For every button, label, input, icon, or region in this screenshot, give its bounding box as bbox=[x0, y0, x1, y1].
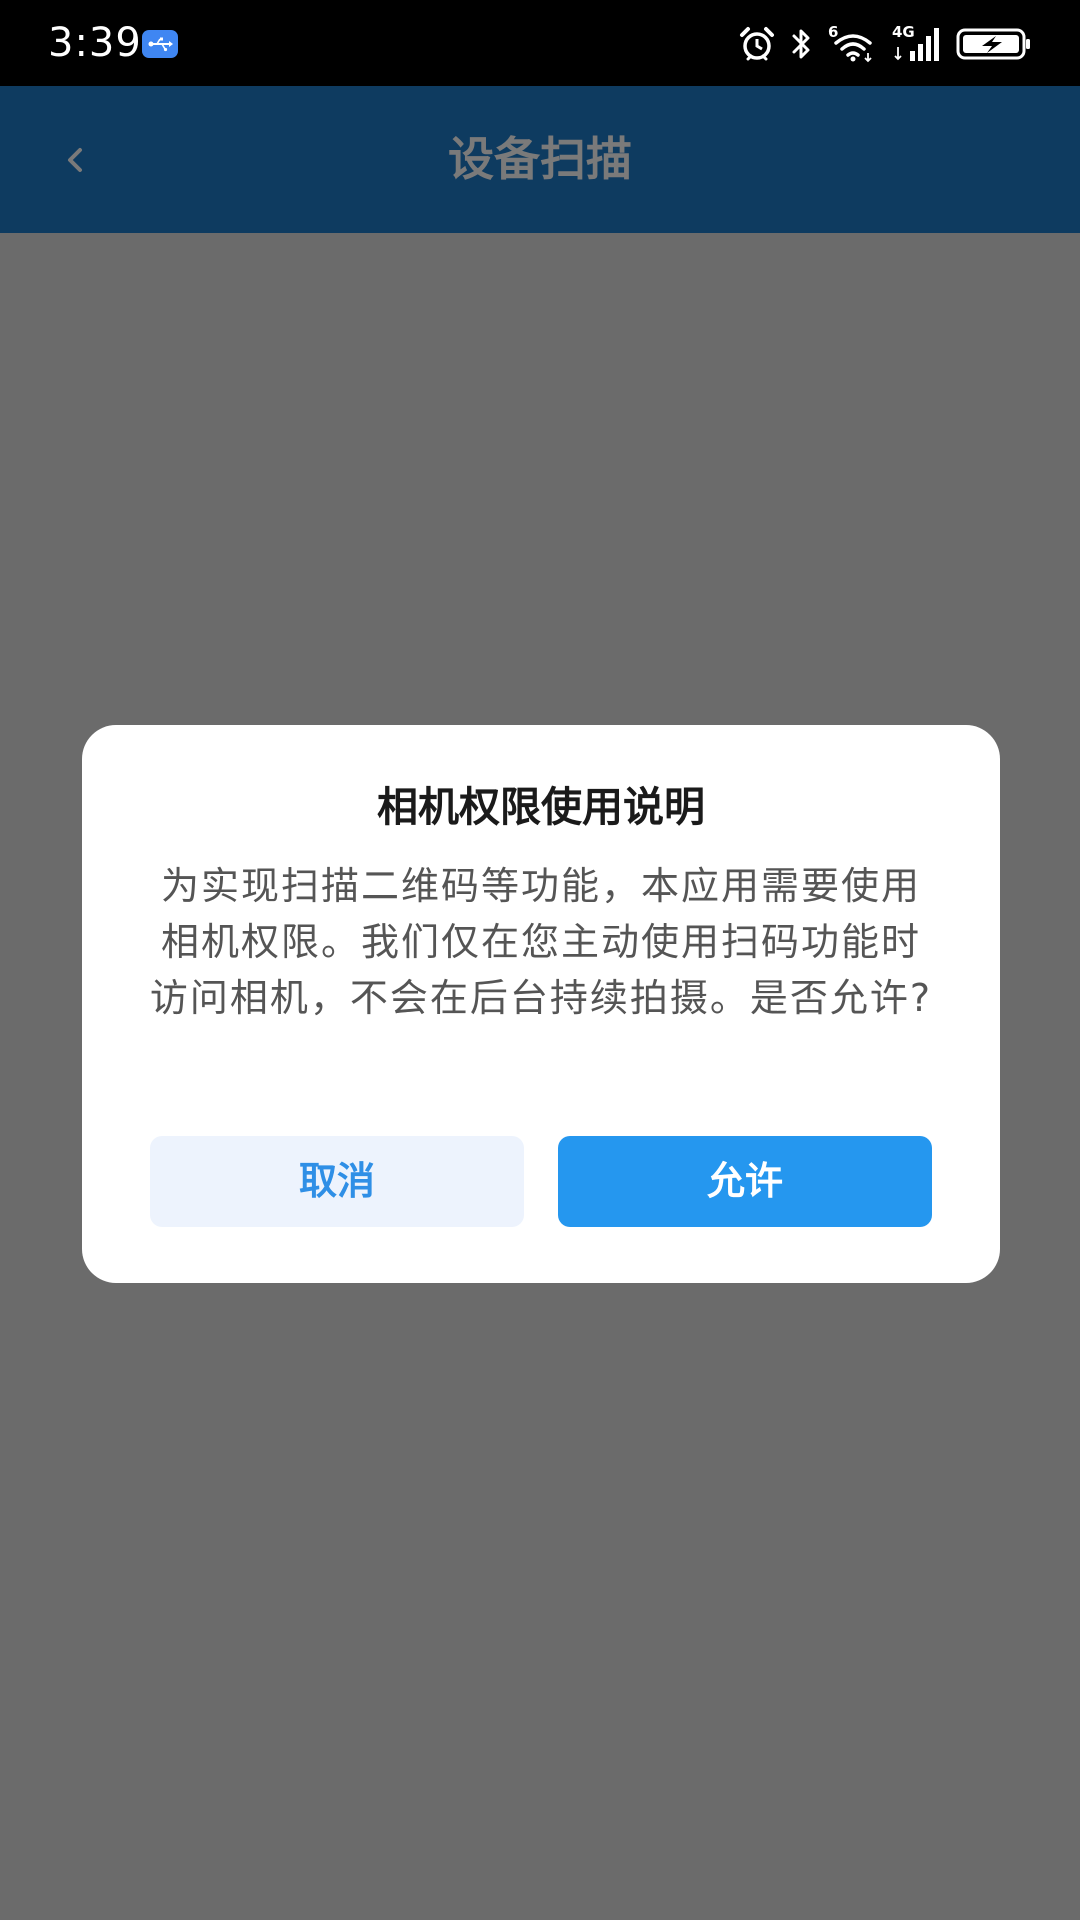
cancel-button[interactable]: 取消 bbox=[150, 1136, 524, 1227]
bluetooth-icon bbox=[790, 26, 814, 62]
wifi-icon: 6 bbox=[828, 25, 878, 63]
status-bar: 3:39 6 4G bbox=[0, 0, 1080, 86]
dialog-title: 相机权限使用说明 bbox=[377, 783, 705, 831]
signal-icon: 4G bbox=[892, 25, 942, 63]
battery-charging-icon bbox=[956, 27, 1032, 61]
permission-dialog: 相机权限使用说明 为实现扫描二维码等功能，本应用需要使用相机权限。我们仅在您主动… bbox=[82, 725, 1000, 1283]
alarm-icon bbox=[738, 25, 776, 63]
app-header: 设备扫描 bbox=[0, 86, 1080, 233]
status-icons: 6 4G bbox=[738, 22, 1032, 66]
page-title: 设备扫描 bbox=[448, 132, 632, 186]
chevron-left-icon[interactable] bbox=[56, 136, 96, 184]
status-time: 3:39 bbox=[48, 20, 142, 66]
dialog-message: 为实现扫描二维码等功能，本应用需要使用相机权限。我们仅在您主动使用扫码功能时访问… bbox=[149, 864, 933, 1020]
allow-button[interactable]: 允许 bbox=[558, 1136, 932, 1227]
usb-icon bbox=[142, 30, 178, 58]
